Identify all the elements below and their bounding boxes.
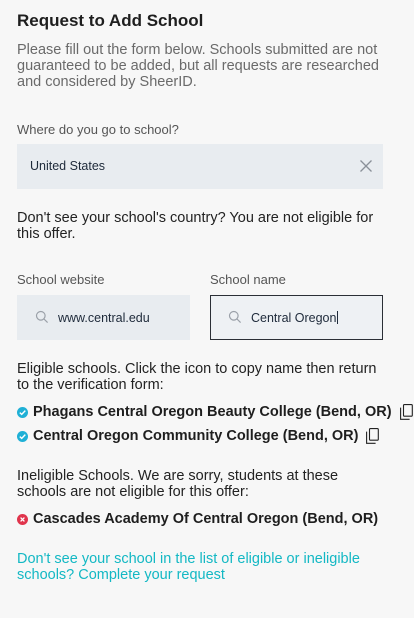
ineligible-heading: Ineligible Schools. We are sorry, studen… bbox=[17, 468, 339, 500]
ineligible-school-name: Cascades Academy Of Central Oregon (Bend… bbox=[33, 511, 379, 527]
ineligible-school-row: Cascades Academy Of Central Oregon (Bend… bbox=[17, 510, 378, 528]
check-circle-icon bbox=[17, 406, 28, 418]
eligible-school-row: Central Oregon Community College (Bend, … bbox=[17, 427, 380, 445]
eligible-school-row: Phagans Central Oregon Beauty College (B… bbox=[17, 403, 413, 421]
eligible-school-name: Phagans Central Oregon Beauty College (B… bbox=[33, 404, 392, 420]
website-input[interactable]: www.central.edu bbox=[17, 295, 190, 340]
copy-icon[interactable] bbox=[399, 404, 413, 420]
country-value: United States bbox=[30, 159, 106, 173]
school-name-label: School name bbox=[210, 272, 286, 287]
copy-icon[interactable] bbox=[366, 428, 380, 444]
school-name-value: Central Oregon bbox=[251, 311, 337, 325]
search-icon bbox=[228, 310, 242, 324]
eligible-heading: Eligible schools. Click the icon to copy… bbox=[17, 361, 377, 393]
complete-request-link[interactable]: Don't see your school in the list of eli… bbox=[17, 551, 387, 583]
country-label: Where do you go to school? bbox=[17, 122, 179, 137]
website-value: www.central.edu bbox=[58, 311, 150, 325]
x-circle-icon bbox=[17, 513, 28, 525]
close-icon[interactable] bbox=[359, 159, 373, 173]
eligible-school-name: Central Oregon Community College (Bend, … bbox=[33, 428, 359, 444]
website-label: School website bbox=[17, 272, 105, 287]
text-caret bbox=[337, 311, 339, 324]
school-name-input[interactable]: Central Oregon bbox=[210, 295, 383, 340]
search-icon bbox=[35, 310, 49, 324]
country-note: Don't see your school's country? You are… bbox=[17, 210, 374, 242]
form-intro: Please fill out the form below. Schools … bbox=[17, 42, 379, 90]
check-circle-icon bbox=[17, 430, 28, 442]
country-field[interactable]: United States bbox=[17, 144, 383, 189]
form-title: Request to Add School bbox=[17, 11, 204, 30]
